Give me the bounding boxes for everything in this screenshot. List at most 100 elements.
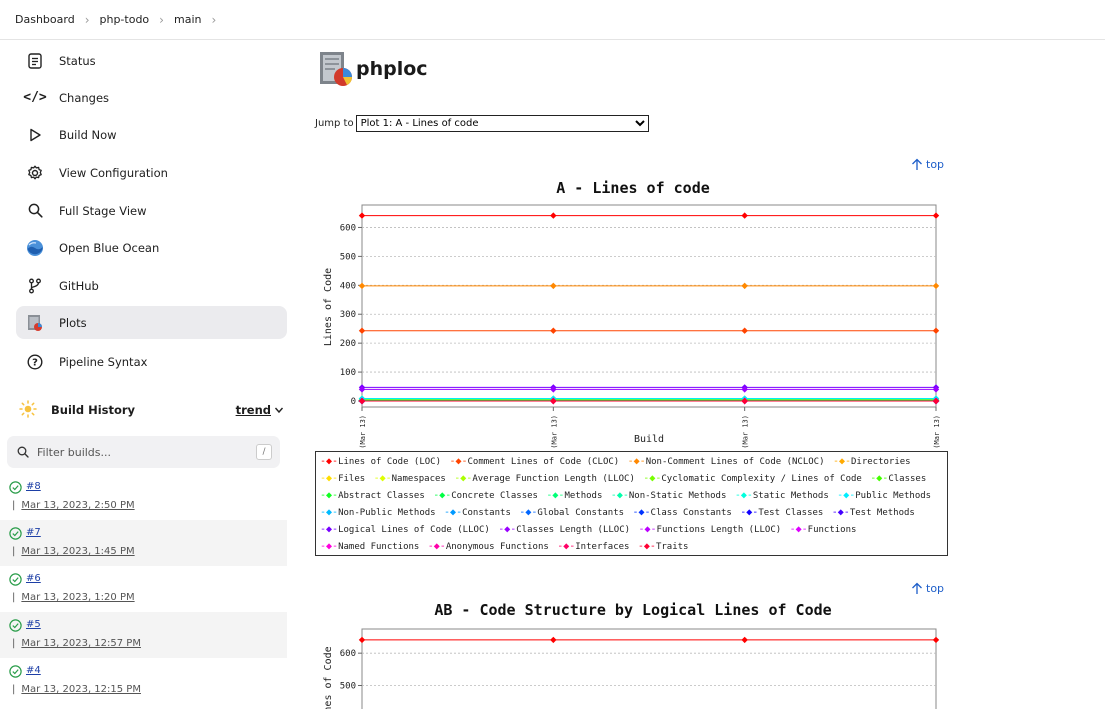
legend-label: Functions bbox=[807, 524, 857, 535]
sidebar-item-build-now[interactable]: Build Now bbox=[16, 118, 287, 151]
sidebar-item-changes[interactable]: </> Changes bbox=[16, 81, 287, 114]
legend-marker: -◆- bbox=[427, 540, 446, 552]
build-date-link[interactable]: Mar 13, 2023, 2:50 PM bbox=[21, 500, 134, 511]
top-link[interactable]: top bbox=[911, 582, 944, 595]
build-row[interactable]: #4 | Mar 13, 2023, 12:15 PM bbox=[0, 658, 287, 704]
sidebar-item-label: Full Stage View bbox=[59, 203, 147, 218]
sun-icon bbox=[19, 399, 37, 421]
chart-legend: -◆-Lines of Code (LOC) -◆- Comment Lines … bbox=[315, 451, 948, 556]
legend-item: -◆-Test Classes bbox=[740, 506, 823, 518]
breadcrumb-dashboard[interactable]: Dashboard bbox=[15, 13, 75, 26]
legend-label: Namespaces bbox=[391, 473, 446, 484]
legend-item: -◆-Functions bbox=[790, 524, 857, 535]
legend-item: -◆-Interfaces bbox=[557, 541, 630, 552]
legend-item: -◆-Lines of Code (LOC) bbox=[320, 456, 441, 467]
sidebar-item-pipeline-syntax[interactable]: ? Pipeline Syntax bbox=[16, 345, 287, 378]
legend-item: -◆-Concrete Classes bbox=[433, 489, 538, 501]
legend-label: Interfaces bbox=[575, 541, 630, 552]
y-tick-label: 500 bbox=[340, 252, 356, 262]
legend-marker: -◆- bbox=[831, 506, 850, 518]
arrow-up-icon bbox=[911, 582, 923, 595]
sidebar-item-status[interactable]: Status bbox=[16, 44, 287, 77]
legend-label: Non-Static Methods bbox=[628, 490, 727, 501]
breadcrumb-job[interactable]: php-todo bbox=[100, 13, 150, 26]
legend-item: -◆-Named Functions bbox=[320, 541, 419, 552]
legend-label: Average Function Length (LLOC) bbox=[472, 473, 635, 484]
plots-icon bbox=[25, 313, 45, 333]
legend-marker: -◆- bbox=[433, 489, 452, 501]
build-number-link[interactable]: #6 bbox=[26, 573, 41, 584]
jump-label: Jump to bbox=[315, 118, 354, 129]
build-date-link[interactable]: Mar 13, 2023, 12:57 PM bbox=[21, 638, 141, 649]
sidebar-item-plots[interactable]: Plots bbox=[16, 306, 287, 339]
legend-item: -◆-Static Methods bbox=[735, 490, 829, 501]
build-row[interactable]: #8 | Mar 13, 2023, 2:50 PM bbox=[0, 474, 287, 520]
code-icon: </> bbox=[23, 90, 47, 105]
legend-marker: -◆- bbox=[519, 506, 538, 518]
arrow-up-icon bbox=[911, 158, 923, 171]
breadcrumb-branch[interactable]: main bbox=[174, 13, 201, 26]
top-link-label: top bbox=[926, 582, 945, 595]
top-link[interactable]: top bbox=[911, 158, 944, 171]
sidebar-item-full-stage-view[interactable]: Full Stage View bbox=[16, 194, 287, 227]
legend-marker: -◆- bbox=[320, 506, 339, 518]
legend-item: -◆-Anonymous Functions bbox=[427, 540, 549, 552]
sidebar-item-github[interactable]: GitHub bbox=[16, 269, 287, 302]
legend-label: Comment Lines of Code (CLOC) bbox=[467, 457, 620, 467]
jump-to-select[interactable]: Plot 1: A - Lines of code bbox=[355, 115, 649, 132]
build-number-link[interactable]: #7 bbox=[26, 527, 41, 538]
success-icon bbox=[9, 527, 22, 543]
search-icon bbox=[25, 201, 45, 221]
main-content: phploc Jump to Plot 1: A - Lines of code… bbox=[300, 40, 1105, 709]
legend-label: Constants bbox=[462, 507, 511, 518]
build-number-link[interactable]: #4 bbox=[26, 665, 41, 676]
jump-to: Jump to Plot 1: A - Lines of code bbox=[315, 115, 649, 132]
build-number-link[interactable]: #8 bbox=[26, 481, 41, 492]
legend-item: -◆-Directories bbox=[833, 456, 911, 467]
chart-lines-of-code: A - Lines of code 0 100 200 300 400 500 600 Line… bbox=[323, 179, 941, 450]
sidebar: Status </> Changes Build Now View Config… bbox=[0, 40, 300, 709]
build-row[interactable]: #6 | Mar 13, 2023, 1:20 PM bbox=[0, 566, 287, 612]
legend-item: -◆-Functions Length (LLOC) bbox=[638, 523, 782, 535]
legend-marker: -◆- bbox=[320, 472, 339, 484]
legend-marker: -◆- bbox=[454, 472, 473, 484]
legend-item: -◆-Namespaces bbox=[374, 473, 446, 484]
sidebar-item-view-configuration[interactable]: View Configuration bbox=[16, 156, 287, 189]
sidebar-item-open-blue-ocean[interactable]: Open Blue Ocean bbox=[16, 231, 287, 264]
build-date: | Mar 13, 2023, 1:45 PM bbox=[12, 546, 135, 557]
build-date-link[interactable]: Mar 13, 2023, 1:45 PM bbox=[21, 546, 134, 557]
chevron-right-icon: › bbox=[159, 12, 164, 27]
build-history-header: Build History trend bbox=[16, 396, 287, 424]
x-tick-label: #6 (Mar 13) bbox=[550, 415, 558, 450]
branch-icon bbox=[25, 276, 45, 296]
legend-marker: -◆- bbox=[870, 472, 889, 484]
legend-label: Functions Length (LLOC) bbox=[656, 524, 782, 535]
legend-item: -◆-Non-Comment Lines of Code (NCLOC) bbox=[628, 456, 825, 467]
build-row[interactable]: #7 | Mar 13, 2023, 1:45 PM bbox=[0, 520, 287, 566]
filter-builds-input[interactable]: Filter builds... / bbox=[7, 436, 280, 468]
y-axis-label: Lines of Code bbox=[323, 268, 334, 346]
legend-label: Global Constants bbox=[537, 507, 625, 518]
chevron-down-icon[interactable] bbox=[274, 404, 284, 418]
build-row[interactable]: #5 | Mar 13, 2023, 12:57 PM bbox=[0, 612, 287, 658]
build-date-link[interactable]: Mar 13, 2023, 12:15 PM bbox=[21, 684, 141, 695]
legend-item: -◆-Classes Length (LLOC) bbox=[498, 524, 630, 535]
legend-marker: -◆- bbox=[740, 506, 759, 518]
legend-marker: -◆- bbox=[320, 489, 339, 501]
y-axis-label: Lines of Code bbox=[323, 646, 334, 709]
build-number-link[interactable]: #5 bbox=[26, 619, 41, 630]
legend-marker: -◆- bbox=[638, 523, 657, 535]
chevron-right-icon: › bbox=[84, 12, 90, 27]
chevron-right-icon[interactable]: › bbox=[211, 13, 216, 27]
y-tick-label: 0 bbox=[351, 397, 356, 407]
trend-link[interactable]: trend bbox=[236, 403, 271, 417]
keyboard-shortcut-hint: / bbox=[256, 444, 272, 460]
legend-label: Files bbox=[338, 473, 366, 484]
sidebar-item-label: Build Now bbox=[59, 127, 117, 142]
success-icon bbox=[9, 619, 22, 635]
legend-item: -◆-Non-Static Methods bbox=[611, 490, 727, 501]
legend-item: -◆-Classes bbox=[870, 472, 926, 484]
build-date-link[interactable]: Mar 13, 2023, 1:20 PM bbox=[21, 592, 134, 603]
page-title-text: phploc bbox=[356, 58, 428, 80]
filter-placeholder: Filter builds... bbox=[37, 445, 112, 459]
